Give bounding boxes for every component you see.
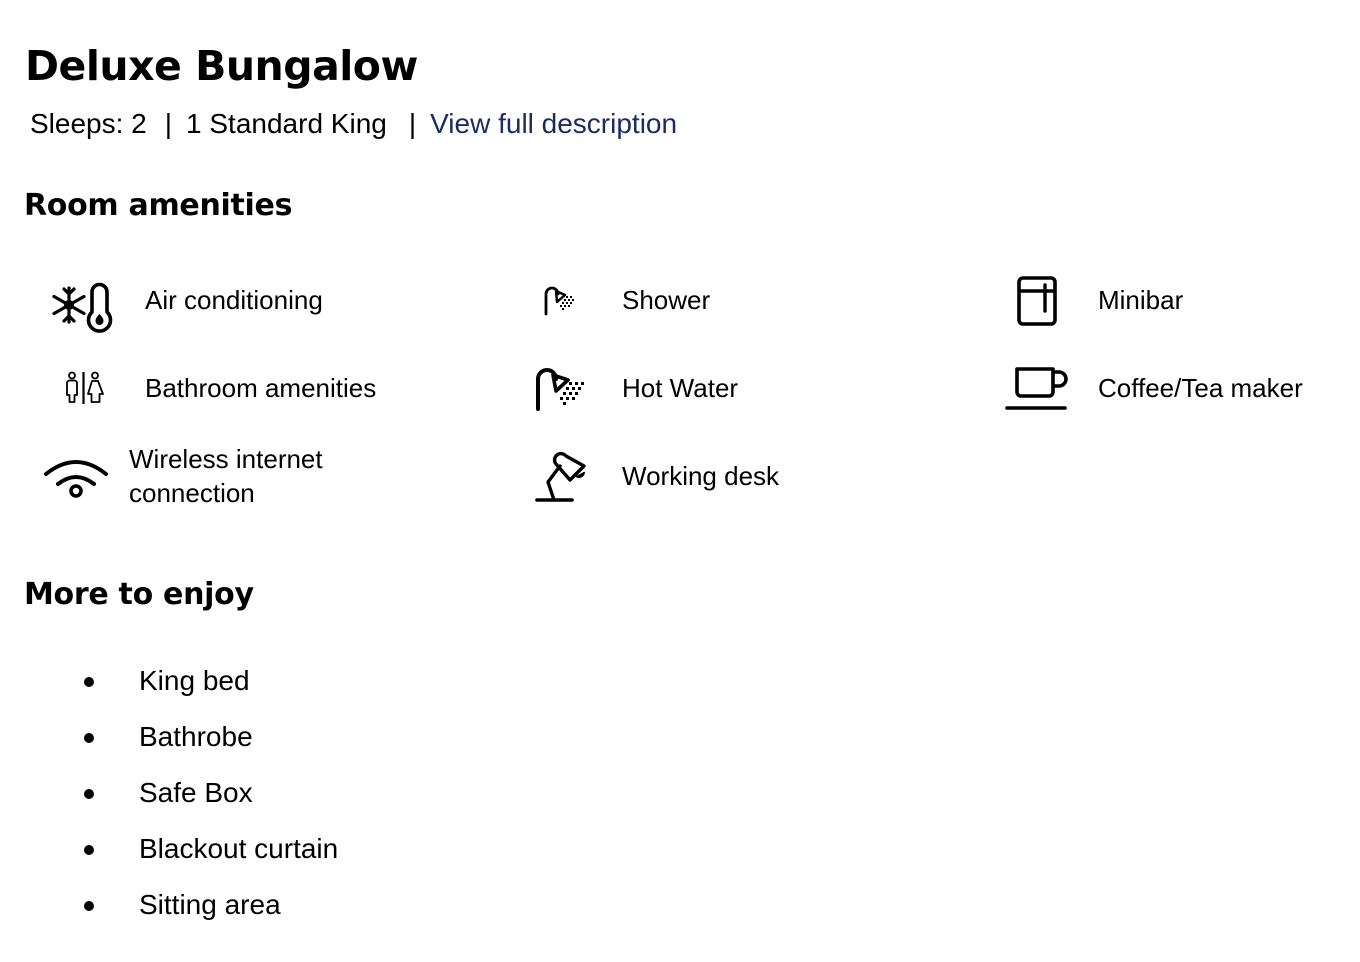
amenity-label: Wireless internet connection	[129, 442, 323, 510]
view-full-description-link[interactable]: View full description	[430, 108, 677, 139]
list-item-text: Sitting area	[139, 889, 281, 920]
bed-type-text: 1 Standard King	[186, 108, 387, 139]
wifi-icon	[43, 454, 109, 500]
bullet-icon	[84, 733, 94, 743]
list-item-text: Safe Box	[139, 777, 253, 808]
restroom-icon	[64, 371, 104, 405]
bullet-icon	[84, 901, 94, 911]
amenity-label: Shower	[622, 285, 711, 315]
hot-water-icon	[534, 366, 588, 412]
list-item-text: King bed	[139, 665, 250, 696]
sleeps-text: Sleeps: 2	[30, 108, 147, 139]
amenity-label: Bathroom amenities	[145, 373, 377, 403]
more-to-enjoy-heading: More to enjoy	[24, 577, 254, 612]
bullet-icon	[84, 845, 94, 855]
air-conditioning-icon	[52, 276, 116, 334]
amenity-label-line: Wireless internet	[129, 444, 323, 474]
separator: |	[164, 108, 173, 139]
amenity-label: Minibar	[1098, 285, 1184, 315]
room-title: Deluxe Bungalow	[25, 42, 418, 90]
amenity-label: Hot Water	[622, 373, 739, 403]
amenity-label: Air conditioning	[145, 285, 323, 315]
room-summary: Sleeps: 2 | 1 Standard King | View full desc…	[30, 106, 677, 142]
bullet-icon	[84, 677, 94, 687]
shower-icon	[543, 285, 579, 317]
amenity-label: Working desk	[622, 461, 780, 491]
amenity-label-line: connection	[129, 478, 255, 508]
list-item-text: Bathrobe	[139, 721, 253, 752]
separator: |	[408, 108, 417, 139]
minibar-icon	[1016, 275, 1058, 327]
bullet-icon	[84, 789, 94, 799]
amenity-label: Coffee/Tea maker	[1098, 373, 1303, 403]
desk-lamp-icon	[534, 450, 588, 504]
coffee-cup-icon	[1005, 366, 1069, 412]
list-item-text: Blackout curtain	[139, 833, 339, 864]
room-amenities-heading: Room amenities	[24, 188, 293, 223]
